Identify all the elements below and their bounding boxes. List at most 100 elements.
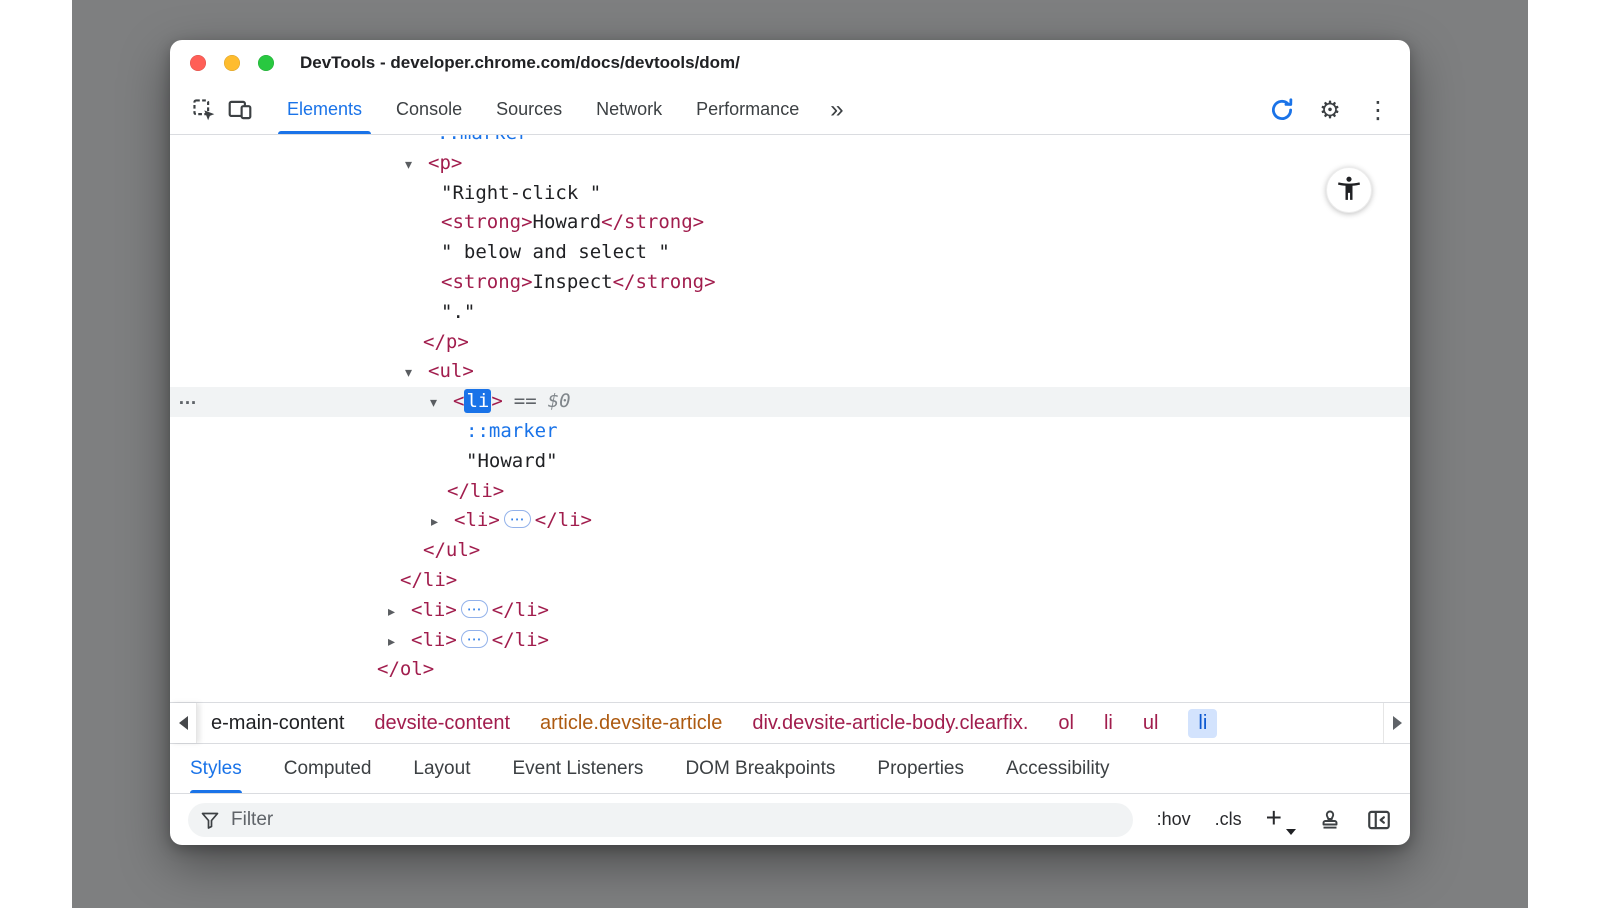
dom-tree-row[interactable]: </ul>	[170, 536, 1410, 566]
selected-tag-token: li	[464, 389, 491, 413]
breadcrumb-item[interactable]: e-main-content	[211, 712, 344, 735]
toolbar-right-icons: ⚙ ⋮	[1264, 92, 1410, 128]
dom-tree-row[interactable]: …▾<li>==$0	[170, 387, 1410, 417]
dom-tree-row[interactable]: ▸<li>⋯</li>	[170, 506, 1410, 536]
tag-token: <p>	[428, 152, 462, 174]
tab-elements[interactable]: Elements	[270, 85, 379, 134]
show-more-icon[interactable]: ⋯	[504, 510, 531, 528]
show-more-icon[interactable]: ⋯	[461, 600, 488, 618]
breadcrumb-bar: e-main-content devsite-content article.dev…	[170, 702, 1410, 744]
plus-icon: +	[1266, 802, 1282, 833]
tag-token: <li>	[411, 629, 457, 651]
collapse-arrow-icon[interactable]: ▾	[405, 151, 428, 181]
dom-tree-row[interactable]: ▾<ul>	[170, 357, 1410, 387]
dom-tree-row[interactable]: "Right-click "	[170, 179, 1410, 209]
pseudo-marker-token[interactable]: ::marker	[437, 135, 529, 144]
breadcrumb-item[interactable]: ol	[1058, 712, 1074, 735]
dom-tree-row[interactable]: ::marker	[170, 135, 1410, 149]
expand-arrow-icon[interactable]: ▸	[388, 598, 411, 628]
breadcrumb-item[interactable]: li	[1104, 712, 1113, 735]
main-toolbar: ElementsConsoleSourcesNetworkPerformance…	[170, 85, 1410, 135]
rendering-emulation-icon[interactable]	[1318, 808, 1342, 832]
dom-tree: ::marker▾<p>"Right-click "<strong>Howard…	[170, 135, 1410, 702]
dom-tree-row[interactable]: </p>	[170, 328, 1410, 358]
sidebar-tabs: Styles Computed Layout Event Listeners DOM B…	[170, 744, 1410, 794]
toggle-class-button[interactable]: .cls	[1215, 809, 1242, 830]
dom-tree-row[interactable]: </ol>	[170, 655, 1410, 685]
devtools-window: DevTools - developer.chrome.com/docs/dev…	[170, 40, 1410, 845]
breadcrumb-item[interactable]: article.devsite-article	[540, 712, 722, 735]
show-more-icon[interactable]: ⋯	[461, 630, 488, 648]
window-titlebar: DevTools - developer.chrome.com/docs/dev…	[170, 40, 1410, 85]
sidebar-toggle-icon[interactable]	[1366, 807, 1392, 833]
tag-token: </p>	[423, 331, 469, 353]
pseudo-marker-token[interactable]: ::marker	[466, 420, 558, 442]
tag-token: <	[453, 390, 464, 412]
sidebar-tab-styles[interactable]: Styles	[190, 744, 242, 793]
dom-tree-row[interactable]: </li>	[170, 566, 1410, 596]
sidebar-tab-properties[interactable]: Properties	[877, 744, 964, 793]
tab-performance[interactable]: Performance	[679, 85, 816, 134]
dom-tree-row[interactable]: "Howard"	[170, 447, 1410, 477]
toggle-element-state-button[interactable]: :hov	[1157, 809, 1191, 830]
tab-console[interactable]: Console	[379, 85, 479, 134]
filter-input[interactable]	[229, 808, 1121, 832]
dom-tree-row[interactable]: ::marker	[170, 417, 1410, 447]
dom-tree-row[interactable]: ▸<li>⋯</li>	[170, 596, 1410, 626]
tag-token: </strong>	[601, 211, 704, 233]
more-tabs-icon[interactable]: »	[816, 87, 857, 133]
collapse-arrow-icon[interactable]: ▾	[405, 359, 428, 389]
row-ellipsis-gutter-icon[interactable]: …	[178, 384, 198, 414]
dom-tree-row[interactable]: ▾<p>	[170, 149, 1410, 179]
new-style-rule-button[interactable]: +	[1266, 808, 1294, 832]
kebab-menu-icon[interactable]: ⋮	[1360, 92, 1396, 128]
minimize-window-button[interactable]	[224, 55, 240, 71]
tag-token: <strong>	[441, 211, 533, 233]
sync-icon[interactable]	[1264, 92, 1300, 128]
settings-gear-icon[interactable]: ⚙	[1312, 92, 1348, 128]
dom-tree-row[interactable]: </li>	[170, 477, 1410, 507]
accessibility-button[interactable]	[1326, 167, 1372, 213]
dom-tree-row[interactable]: ▸<li>⋯</li>	[170, 626, 1410, 656]
tab-sources[interactable]: Sources	[479, 85, 579, 134]
zoom-window-button[interactable]	[258, 55, 274, 71]
accessibility-person-icon	[1335, 174, 1363, 207]
tab-network[interactable]: Network	[579, 85, 679, 134]
sidebar-tab-layout[interactable]: Layout	[413, 744, 470, 793]
text-node-token: " below and select "	[441, 241, 670, 263]
sidebar-tab-dom-breakpoints[interactable]: DOM Breakpoints	[685, 744, 835, 793]
breadcrumb-item[interactable]: ul	[1143, 712, 1159, 735]
dom-tree-row[interactable]: "."	[170, 298, 1410, 328]
breadcrumb-scroll-left-button[interactable]	[170, 703, 197, 743]
right-arrow-icon	[1393, 716, 1402, 730]
filter-input-wrap[interactable]	[188, 803, 1133, 837]
sidebar-tab-accessibility[interactable]: Accessibility	[1006, 744, 1109, 793]
tag-token: </strong>	[613, 271, 716, 293]
left-arrow-icon	[179, 716, 188, 730]
breadcrumb-item[interactable]: div.devsite-article-body.clearfix.	[752, 712, 1028, 735]
sidebar-tab-computed[interactable]: Computed	[284, 744, 372, 793]
text-node-token: "."	[441, 301, 475, 323]
tag-token: </li>	[535, 509, 592, 531]
breadcrumb-scroll-right-button[interactable]	[1383, 703, 1410, 743]
tag-token: <ul>	[428, 360, 474, 382]
collapse-arrow-icon[interactable]: ▾	[430, 389, 453, 419]
tag-token: </ol>	[377, 658, 434, 680]
breadcrumb-item[interactable]: devsite-content	[374, 712, 510, 735]
panel-tabs: ElementsConsoleSourcesNetworkPerformance	[270, 85, 816, 134]
filter-funnel-icon	[200, 810, 220, 830]
expand-arrow-icon[interactable]: ▸	[388, 628, 411, 658]
tag-token: >	[491, 390, 502, 412]
styles-filter-row: :hov .cls +	[170, 794, 1410, 845]
inspect-element-icon[interactable]	[186, 92, 222, 128]
expand-arrow-icon[interactable]: ▸	[431, 508, 454, 538]
caret-down-icon	[1286, 829, 1296, 835]
sidebar-tab-event-listeners[interactable]: Event Listeners	[512, 744, 643, 793]
window-title: DevTools - developer.chrome.com/docs/dev…	[300, 53, 740, 73]
dom-tree-row[interactable]: <strong>Howard</strong>	[170, 208, 1410, 238]
device-toolbar-icon[interactable]	[222, 92, 258, 128]
close-window-button[interactable]	[190, 55, 206, 71]
breadcrumb-item[interactable]: li	[1188, 709, 1217, 738]
dom-tree-row[interactable]: " below and select "	[170, 238, 1410, 268]
dom-tree-row[interactable]: <strong>Inspect</strong>	[170, 268, 1410, 298]
